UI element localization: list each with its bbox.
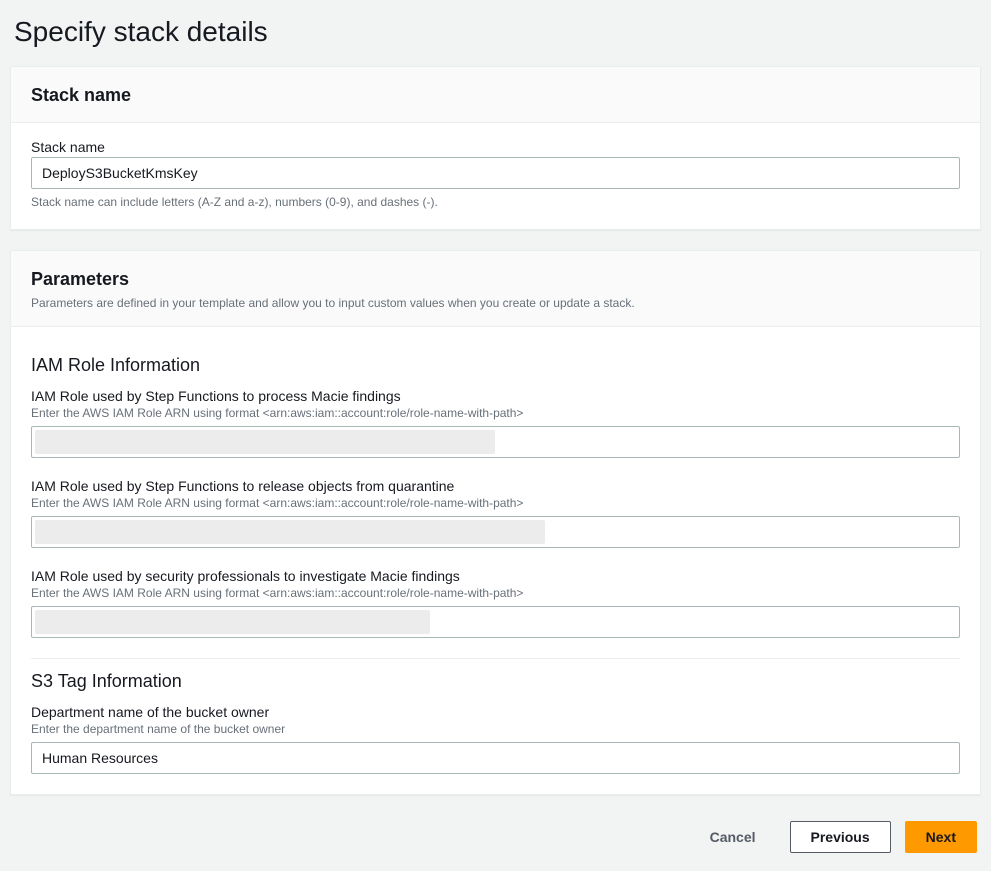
footer-actions: Cancel Previous Next (10, 815, 981, 861)
s3-dept-label: Department name of the bucket owner (31, 704, 960, 720)
s3-dept-input[interactable] (31, 742, 960, 774)
cancel-button[interactable]: Cancel (690, 821, 776, 853)
iam-role-macie-input[interactable] (31, 426, 960, 458)
stack-name-panel-body: Stack name Stack name can include letter… (11, 123, 980, 229)
section-divider (31, 658, 960, 659)
iam-role-security-input[interactable] (31, 606, 960, 638)
previous-button[interactable]: Previous (790, 821, 891, 853)
iam-role-quarantine-input[interactable] (31, 516, 960, 548)
stack-name-panel: Stack name Stack name Stack name can inc… (10, 66, 981, 230)
iam-role-security-label: IAM Role used by security professionals … (31, 568, 960, 584)
s3-dept-desc: Enter the department name of the bucket … (31, 722, 960, 736)
stack-name-field: Stack name Stack name can include letter… (31, 139, 960, 209)
next-button[interactable]: Next (905, 821, 977, 853)
iam-role-macie-desc: Enter the AWS IAM Role ARN using format … (31, 406, 960, 420)
parameters-panel: Parameters Parameters are defined in you… (10, 250, 981, 795)
stack-name-panel-header: Stack name (11, 67, 980, 123)
s3-dept-field: Department name of the bucket owner Ente… (31, 704, 960, 774)
parameters-panel-body: IAM Role Information IAM Role used by St… (11, 327, 980, 794)
iam-role-quarantine-field: IAM Role used by Step Functions to relea… (31, 478, 960, 548)
s3-section-title: S3 Tag Information (31, 671, 960, 692)
parameters-panel-header: Parameters Parameters are defined in you… (11, 251, 980, 327)
iam-role-security-desc: Enter the AWS IAM Role ARN using format … (31, 586, 960, 600)
page-title: Specify stack details (14, 16, 977, 48)
parameters-heading: Parameters (31, 269, 960, 290)
iam-role-quarantine-desc: Enter the AWS IAM Role ARN using format … (31, 496, 960, 510)
stack-name-input[interactable] (31, 157, 960, 189)
parameters-subtext: Parameters are defined in your template … (31, 296, 960, 310)
iam-role-security-field: IAM Role used by security professionals … (31, 568, 960, 638)
stack-name-label: Stack name (31, 139, 960, 155)
stack-name-heading: Stack name (31, 85, 960, 106)
iam-role-quarantine-label: IAM Role used by Step Functions to relea… (31, 478, 960, 494)
iam-role-macie-label: IAM Role used by Step Functions to proce… (31, 388, 960, 404)
iam-section-title: IAM Role Information (31, 355, 960, 376)
stack-name-hint: Stack name can include letters (A-Z and … (31, 195, 960, 209)
iam-role-macie-field: IAM Role used by Step Functions to proce… (31, 388, 960, 458)
